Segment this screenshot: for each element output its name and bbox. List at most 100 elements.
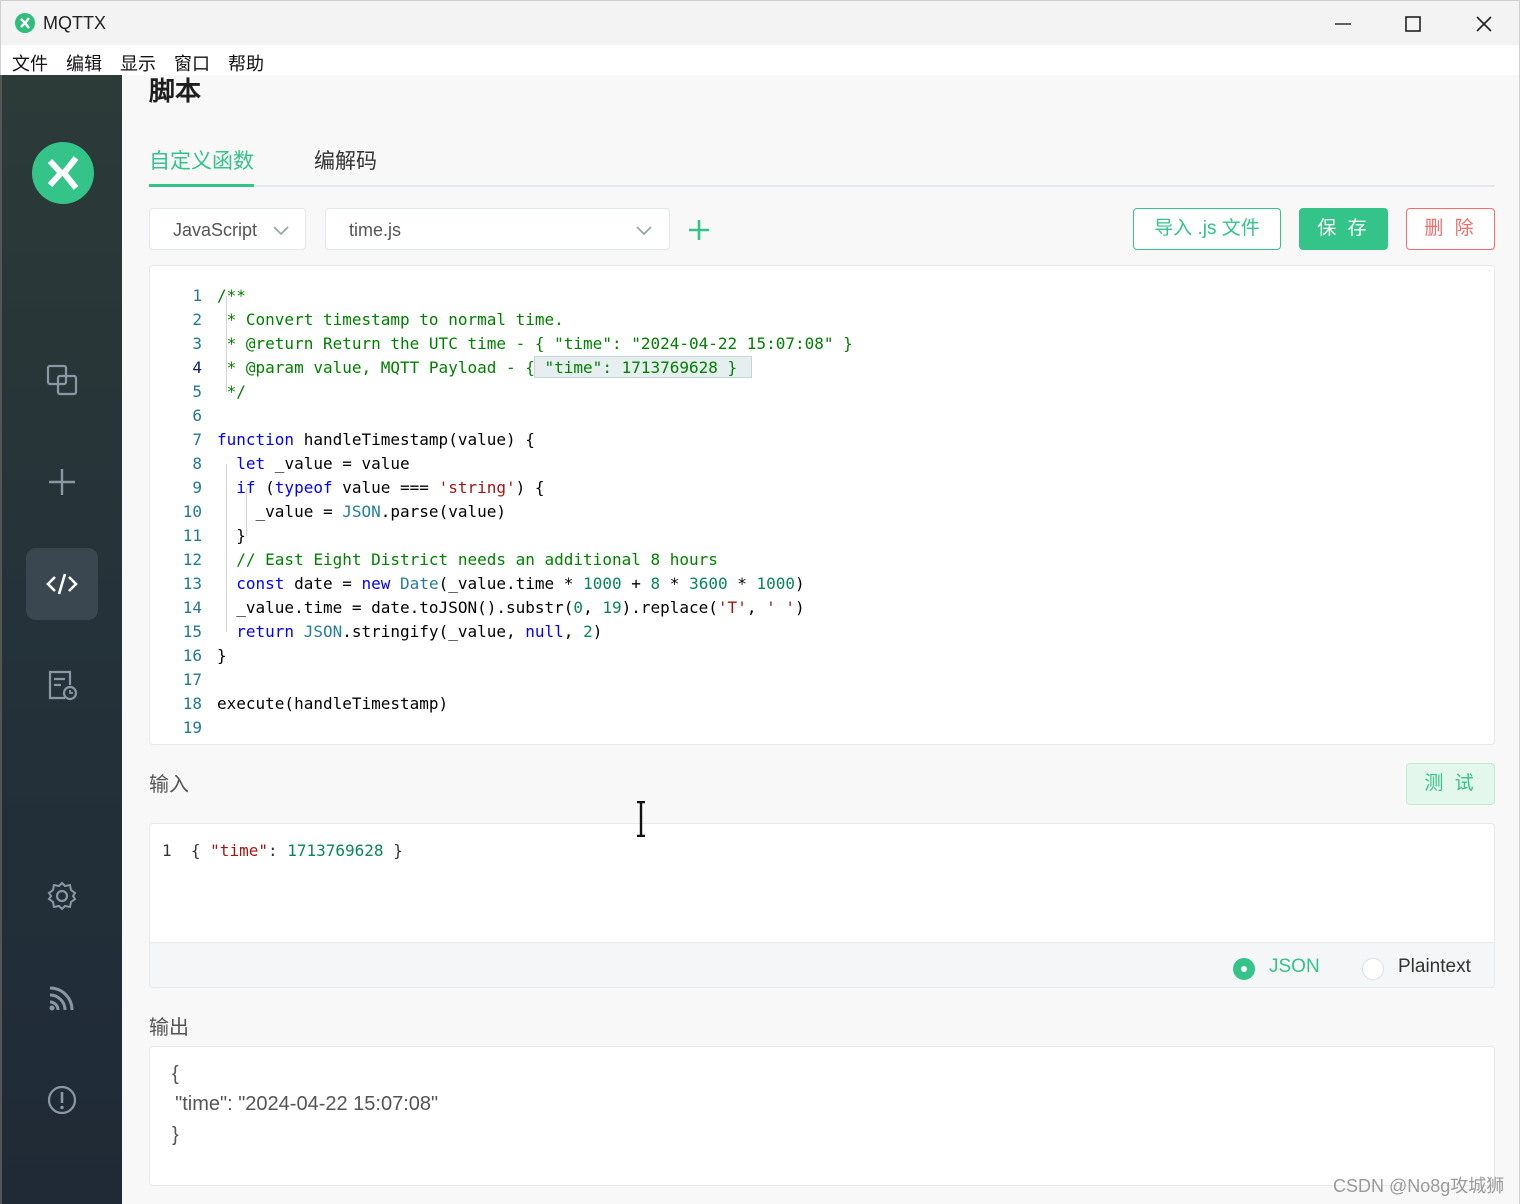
code-text[interactable]: return JSON.stringify(_value, null, 2) — [217, 620, 602, 644]
tab-custom-function[interactable]: 自定义函数 — [149, 145, 254, 187]
code-text[interactable]: * Convert timestamp to normal time. — [217, 308, 564, 332]
add-script-button[interactable] — [688, 219, 710, 246]
radio-plaintext-dot[interactable] — [1362, 958, 1384, 980]
about-icon — [47, 1085, 77, 1115]
app-logo-icon — [15, 13, 35, 33]
chevron-down-icon — [636, 226, 652, 236]
line-number: 12 — [182, 550, 202, 569]
code-text[interactable]: let _value = value — [217, 452, 409, 476]
code-line[interactable]: 15 return JSON.stringify(_value, null, 2… — [150, 620, 1490, 644]
code-line[interactable]: 9 if (typeof value === 'string') { — [150, 476, 1490, 500]
code-text[interactable]: * @param value, MQTT Payload - { "time":… — [217, 356, 738, 380]
plus-icon — [689, 220, 709, 240]
code-line[interactable]: 18 execute(handleTimestamp) — [150, 692, 1490, 716]
code-line[interactable]: 3 * @return Return the UTC time - { "tim… — [150, 332, 1490, 356]
input-editor[interactable]: 1 { "time": 1713769628 } JSON Plaintext — [149, 823, 1495, 988]
code-text[interactable]: const date = new Date(_value.time * 1000… — [217, 572, 804, 596]
code-line[interactable]: 10 _value = JSON.parse(value) — [150, 500, 1490, 524]
page-title: 脚本 — [149, 76, 202, 106]
menu-file[interactable]: 文件 — [12, 50, 48, 76]
line-number: 4 — [192, 358, 202, 377]
watermark: CSDN @No8g攻城狮 — [1333, 1176, 1505, 1196]
script-file-value: time.js — [349, 220, 402, 240]
minimize-button[interactable] — [1308, 1, 1378, 46]
sidebar-item-log[interactable] — [26, 650, 98, 722]
mqttx-logo-icon[interactable] — [32, 142, 94, 204]
output-line: "time": "2024-04-22 15:07:08" — [164, 1093, 439, 1115]
script-page: 脚本 自定义函数 编解码 JavaScript time.js 导入 .js 文… — [122, 75, 1520, 1204]
code-line[interactable]: 12 // East Eight District needs an addit… — [150, 548, 1490, 572]
code-text[interactable]: } — [217, 644, 227, 668]
tab-codec[interactable]: 编解码 — [314, 145, 377, 187]
code-text[interactable]: */ — [217, 380, 246, 404]
line-number: 18 — [182, 694, 202, 713]
maximize-button[interactable] — [1378, 1, 1448, 46]
code-text[interactable]: _value.time = date.toJSON().substr(0, 19… — [217, 596, 804, 620]
line-number: 8 — [192, 454, 202, 473]
line-number: 3 — [192, 334, 202, 353]
import-js-button[interactable]: 导入 .js 文件 — [1133, 208, 1281, 250]
output-label: 输出 — [149, 1017, 189, 1039]
tab-bar: 自定义函数 编解码 — [149, 145, 1495, 187]
line-number: 1 — [192, 286, 202, 305]
save-button[interactable]: 保 存 — [1299, 208, 1388, 250]
code-line[interactable]: 19 — [150, 716, 1490, 740]
close-button[interactable] — [1449, 1, 1519, 46]
radio-plaintext-label: Plaintext — [1398, 956, 1471, 977]
sidebar-item-script[interactable] — [26, 548, 98, 620]
sidebar-item-subscribe[interactable] — [26, 962, 98, 1034]
line-number: 9 — [192, 478, 202, 497]
line-number: 11 — [182, 526, 202, 545]
menu-edit[interactable]: 编辑 — [66, 50, 102, 76]
code-line[interactable]: 11 } — [150, 524, 1490, 548]
code-line[interactable]: 4 * @param value, MQTT Payload - { "time… — [150, 356, 1490, 380]
code-text[interactable]: } — [217, 524, 246, 548]
code-line[interactable]: 1 /** — [150, 284, 1490, 308]
line-number: 5 — [192, 382, 202, 401]
line-number: 6 — [192, 406, 202, 425]
new-connection-icon — [49, 469, 75, 495]
code-line[interactable]: 2 * Convert timestamp to normal time. — [150, 308, 1490, 332]
code-line[interactable]: 14 _value.time = date.toJSON().substr(0,… — [150, 596, 1490, 620]
settings-icon — [47, 881, 77, 911]
code-line[interactable]: 7 function handleTimestamp(value) { — [150, 428, 1490, 452]
code-text[interactable]: _value = JSON.parse(value) — [217, 500, 506, 524]
chevron-down-icon — [273, 226, 289, 236]
code-line[interactable]: 17 — [150, 668, 1490, 692]
code-text[interactable]: if (typeof value === 'string') { — [217, 476, 544, 500]
line-number: 1 — [162, 841, 191, 860]
sidebar-item-new-connection[interactable] — [26, 446, 98, 518]
log-icon — [48, 670, 78, 701]
line-number: 13 — [182, 574, 202, 593]
sidebar-item-connections[interactable] — [26, 344, 98, 416]
code-text[interactable]: * @return Return the UTC time - { "time"… — [217, 332, 853, 356]
delete-button[interactable]: 删 除 — [1406, 208, 1495, 250]
code-text[interactable]: execute(handleTimestamp) — [217, 692, 448, 716]
language-select[interactable]: JavaScript — [149, 208, 306, 250]
sidebar-item-settings[interactable] — [26, 860, 98, 932]
output-line: { — [172, 1063, 179, 1085]
language-select-value: JavaScript — [173, 220, 258, 240]
script-file-select[interactable]: time.js — [325, 208, 670, 250]
format-bar: JSON Plaintext — [150, 942, 1494, 987]
code-text[interactable]: // East Eight District needs an addition… — [217, 548, 718, 572]
input-code[interactable]: 1 { "time": 1713769628 } — [162, 841, 403, 860]
output-line: } — [172, 1124, 179, 1146]
code-line[interactable]: 16} — [150, 644, 1490, 668]
sidebar-item-about[interactable] — [26, 1064, 98, 1136]
test-button[interactable]: 测 试 — [1406, 763, 1495, 805]
menu-help[interactable]: 帮助 — [228, 50, 264, 76]
code-line[interactable]: 6 — [150, 404, 1490, 428]
code-text[interactable]: /** — [217, 284, 246, 308]
code-text[interactable]: function handleTimestamp(value) { — [217, 428, 535, 452]
menu-bar: 文件 编辑 显示 窗口 帮助 — [0, 45, 1520, 75]
code-line[interactable]: 13 const date = new Date(_value.time * 1… — [150, 572, 1490, 596]
radio-json-label: JSON — [1269, 956, 1320, 977]
code-line[interactable]: 5 */ — [150, 380, 1490, 404]
code-editor[interactable]: 1 /** 2 * Convert timestamp to normal time… — [149, 265, 1495, 745]
output-panel: { "time": "2024-04-22 15:07:08" } — [149, 1046, 1495, 1186]
radio-json-dot[interactable] — [1233, 958, 1255, 980]
title-bar: MQTTX — [0, 0, 1520, 45]
line-number: 15 — [182, 622, 202, 641]
code-line[interactable]: 8 let _value = value — [150, 452, 1490, 476]
